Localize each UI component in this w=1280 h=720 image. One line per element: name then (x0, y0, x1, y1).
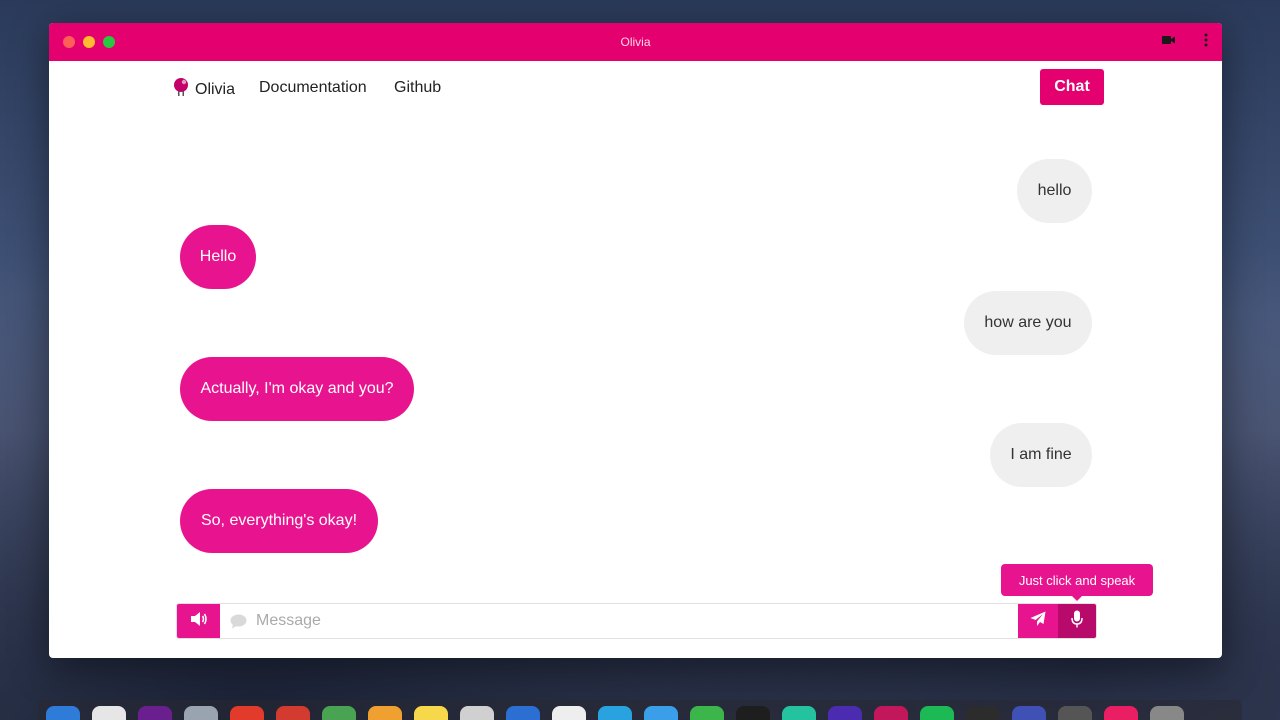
speaker-toggle-button[interactable] (177, 604, 220, 638)
nav-link-documentation[interactable]: Documentation (259, 79, 367, 97)
dock-app-icon[interactable] (920, 706, 954, 720)
kebab-menu-icon[interactable] (1204, 33, 1208, 47)
dock-app-icon[interactable] (138, 706, 172, 720)
message-composer (176, 603, 1097, 639)
dock-app-icon[interactable] (506, 706, 540, 720)
message-input[interactable] (220, 604, 1018, 638)
dock-app-icon[interactable] (598, 706, 632, 720)
dock-app-icon[interactable] (1104, 706, 1138, 720)
video-camera-icon[interactable] (1162, 34, 1176, 46)
user-message-bubble: how are you (964, 291, 1092, 355)
title-bar-actions (1162, 33, 1208, 47)
app-window: Olivia Olivia Documentation Github Chat … (49, 23, 1222, 658)
mic-tooltip: Just click and speak (1001, 564, 1153, 601)
bot-message-bubble: Actually, I'm okay and you? (180, 357, 414, 421)
dock (38, 700, 1242, 720)
dock-app-icon[interactable] (1150, 706, 1184, 720)
olivia-logo-icon (171, 77, 191, 102)
microphone-button[interactable] (1058, 604, 1096, 638)
volume-icon (190, 611, 208, 632)
send-button[interactable] (1018, 604, 1058, 638)
dock-app-icon[interactable] (966, 706, 1000, 720)
dock-app-icon[interactable] (782, 706, 816, 720)
window-title: Olivia (620, 35, 651, 49)
message-field-wrapper (220, 604, 1018, 638)
dock-app-icon[interactable] (414, 706, 448, 720)
comment-icon (230, 614, 247, 634)
dock-app-icon[interactable] (460, 706, 494, 720)
user-message-bubble: I am fine (990, 423, 1092, 487)
dock-app-icon[interactable] (874, 706, 908, 720)
nav-link-github[interactable]: Github (394, 79, 441, 97)
dock-app-icon[interactable] (1012, 706, 1046, 720)
top-navigation: Olivia Documentation Github Chat (49, 61, 1222, 113)
bot-message-bubble: Hello (180, 225, 256, 289)
user-message-bubble: hello (1017, 159, 1092, 223)
bot-message-bubble: So, everything's okay! (180, 489, 378, 553)
dock-app-icon[interactable] (276, 706, 310, 720)
dock-app-icon[interactable] (92, 706, 126, 720)
dock-app-icon[interactable] (230, 706, 264, 720)
title-bar: Olivia (49, 23, 1222, 61)
dock-app-icon[interactable] (552, 706, 586, 720)
dock-app-icon[interactable] (828, 706, 862, 720)
brand-name: Olivia (195, 80, 236, 98)
dock-app-icon[interactable] (322, 706, 356, 720)
dock-app-icon[interactable] (46, 706, 80, 720)
microphone-icon (1071, 610, 1083, 633)
dock-app-icon[interactable] (1058, 706, 1092, 720)
dock-app-icon[interactable] (184, 706, 218, 720)
dock-app-icon[interactable] (736, 706, 770, 720)
brand[interactable]: Olivia (171, 77, 235, 102)
dock-app-icon[interactable] (690, 706, 724, 720)
chat-button[interactable]: Chat (1040, 69, 1104, 105)
dock-app-icon[interactable] (644, 706, 678, 720)
paper-plane-icon (1030, 611, 1046, 632)
dock-app-icon[interactable] (368, 706, 402, 720)
